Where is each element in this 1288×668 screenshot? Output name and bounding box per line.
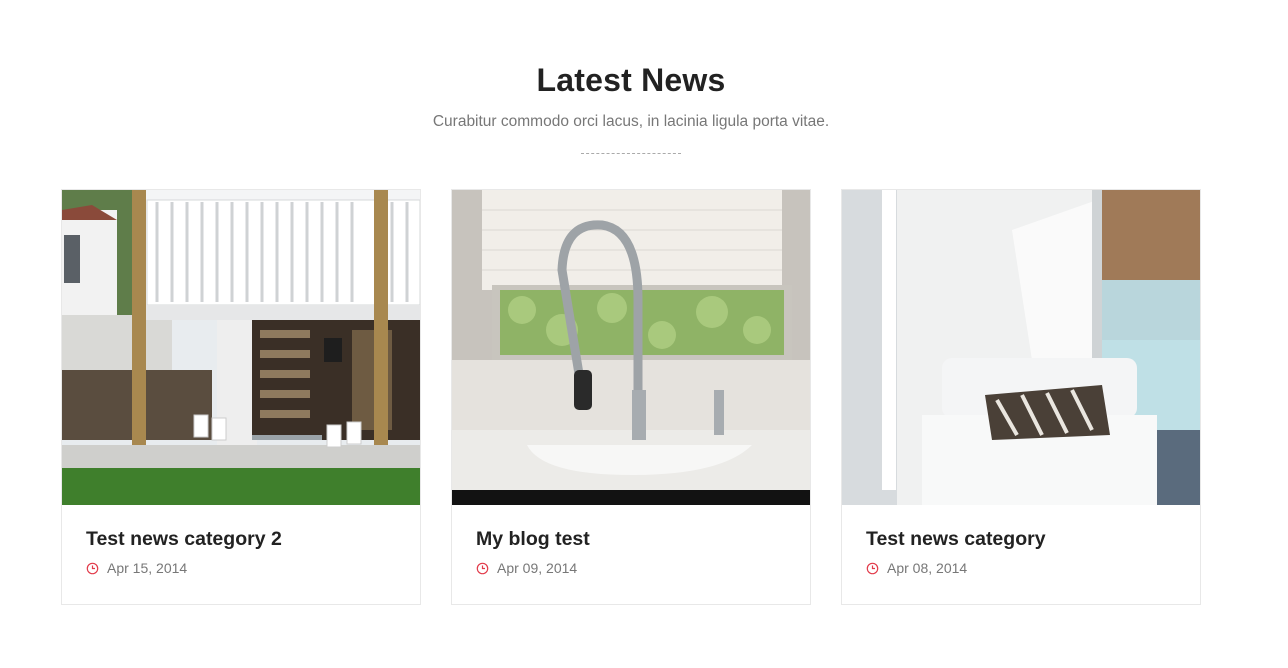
clock-icon [86, 562, 99, 575]
news-image-link[interactable] [62, 190, 420, 505]
news-date: Apr 15, 2014 [86, 560, 187, 576]
news-title-link[interactable]: My blog test [476, 528, 590, 551]
news-date: Apr 08, 2014 [866, 560, 967, 576]
news-date-text: Apr 08, 2014 [887, 560, 968, 576]
news-title-link[interactable]: Test news category 2 [86, 528, 282, 551]
news-title-link[interactable]: Test news category [866, 528, 1046, 551]
daybed-lounge-photo [842, 190, 1200, 505]
news-date-text: Apr 15, 2014 [107, 560, 188, 576]
clock-icon [476, 562, 489, 575]
news-image-link[interactable] [842, 190, 1200, 505]
kitchen-faucet-photo [452, 190, 810, 505]
section-title: Latest News [536, 62, 726, 98]
clock-icon [866, 562, 879, 575]
news-date: Apr 09, 2014 [476, 560, 577, 576]
news-card: My blog test Apr 09, 2014 [451, 189, 811, 605]
news-card: Test news category 2 Apr 15, 2014 [61, 189, 421, 605]
news-image-link[interactable] [452, 190, 810, 505]
news-date-text: Apr 09, 2014 [497, 560, 578, 576]
section-subtitle: Curabitur commodo orci lacus, in lacinia… [432, 113, 830, 130]
latest-news-section: Latest News Curabitur commodo orci lacus… [0, 0, 1288, 668]
news-card: Test news category Apr 08, 2014 [841, 189, 1201, 605]
house-exterior-photo [62, 190, 420, 505]
section-divider [581, 153, 681, 154]
